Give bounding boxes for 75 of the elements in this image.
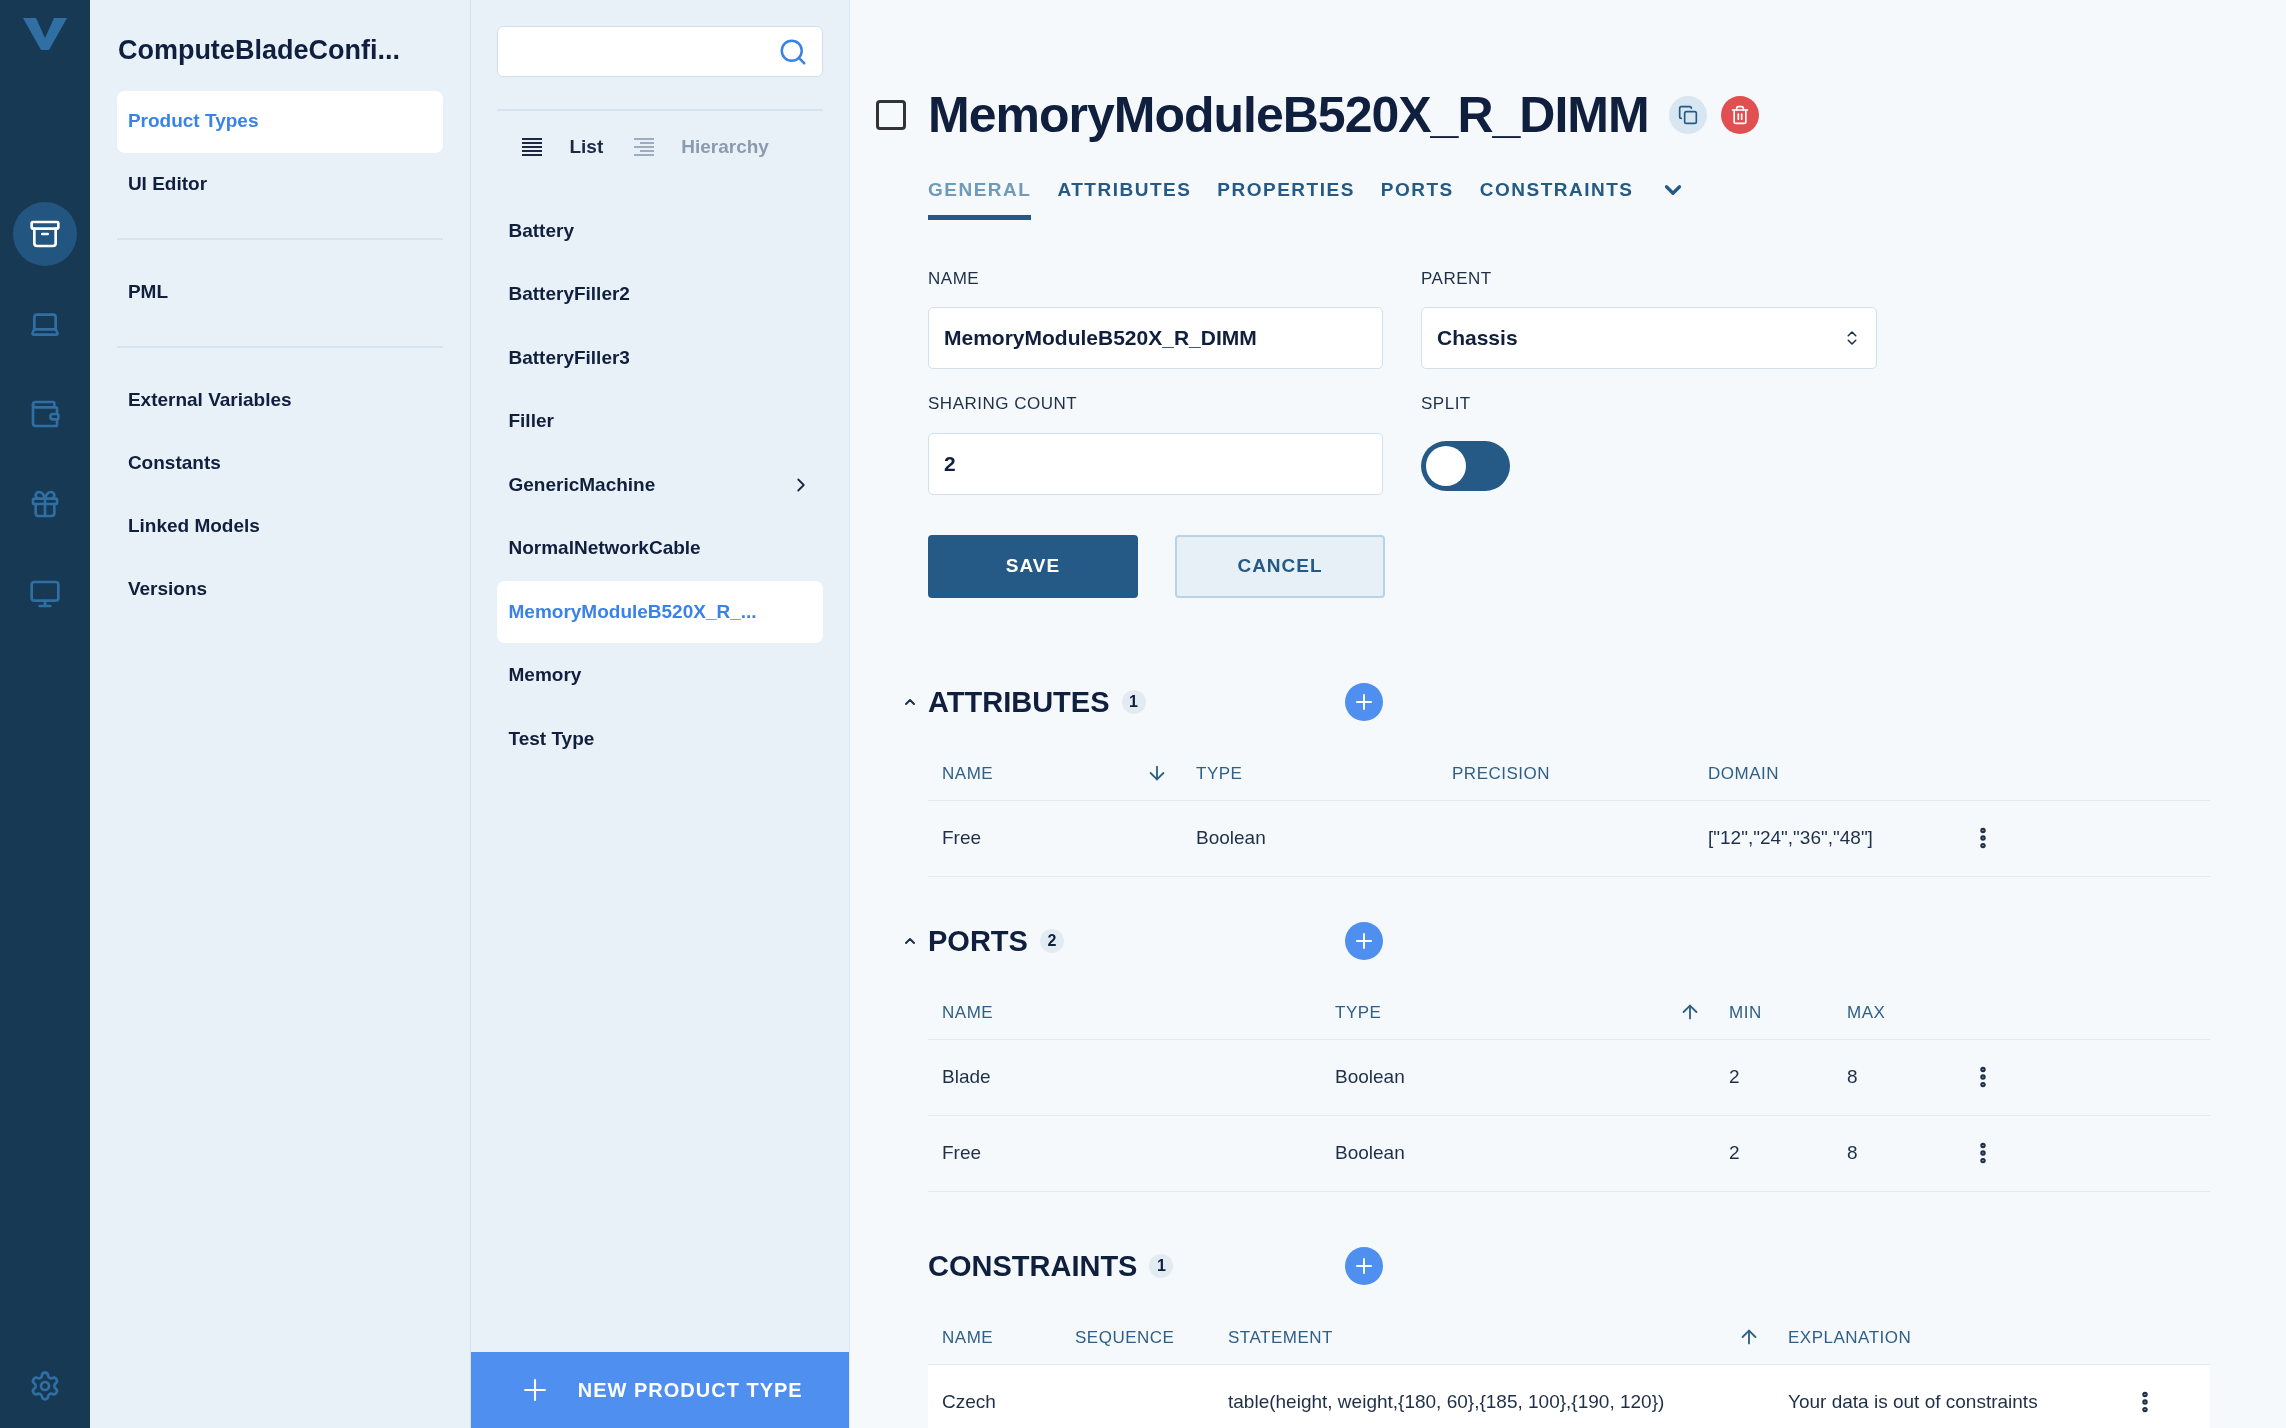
view-toggle[interactable]: List — [521, 133, 604, 162]
tab[interactable]: PROPERTIES — [1217, 166, 1355, 220]
section-title: ATTRIBUTES — [928, 687, 1110, 717]
add-button[interactable] — [1345, 1247, 1383, 1285]
checkbox[interactable] — [876, 100, 906, 130]
count-badge: 2 — [1039, 929, 1064, 953]
product-type-item[interactable]: BatteryFiller3 — [497, 326, 823, 389]
copy-icon[interactable] — [1668, 96, 1707, 134]
column-header[interactable]: NAME — [942, 760, 994, 786]
nav-item[interactable]: Product Types — [116, 90, 444, 153]
table-cell: Blade — [942, 1065, 991, 1087]
parent-select[interactable]: Chassis — [1421, 307, 1877, 369]
product-type-item[interactable]: MemoryModuleB520X_R_... — [497, 580, 823, 643]
column-header[interactable]: TYPE — [1196, 760, 1243, 786]
column-header[interactable]: MAX — [1847, 999, 1886, 1025]
table-cell: Free — [942, 826, 982, 848]
product-type-item[interactable]: Memory — [497, 644, 823, 707]
tab[interactable]: ATTRIBUTES — [1057, 166, 1192, 220]
column-header[interactable]: STATEMENT — [1228, 1324, 1333, 1350]
column-header[interactable]: SEQUENCE — [1075, 1324, 1175, 1350]
table-cell: Czech — [942, 1390, 996, 1412]
column-header[interactable]: EXPLANATION — [1788, 1324, 1912, 1350]
product-type-item[interactable]: BatteryFiller2 — [497, 263, 823, 326]
table-cell: table(height, weight,{180, 60},{185, 100},{190, 120}) — [1228, 1390, 1665, 1412]
table-cell: Boolean — [1335, 1141, 1405, 1163]
table-cell: Boolean — [1196, 826, 1266, 848]
list-view-icon — [521, 137, 544, 158]
field-label: NAME — [928, 267, 981, 290]
product-type-title: MemoryModuleB520X_R_DIMM — [928, 90, 1649, 140]
nav-item[interactable]: PML — [116, 261, 444, 324]
column-header[interactable]: PRECISION — [1452, 760, 1551, 786]
count-badge: 1 — [1149, 1254, 1174, 1278]
column-header[interactable]: MIN — [1729, 999, 1762, 1025]
name-input[interactable]: MemoryModuleB520X_R_DIMM — [928, 307, 1383, 369]
nav-item[interactable]: Linked Models — [116, 495, 444, 558]
split-toggle[interactable] — [1421, 440, 1510, 491]
section-title: PORTS — [928, 926, 1028, 956]
nav-item[interactable]: External Variables — [116, 369, 444, 432]
table-cell: Your data is out of constraints — [1788, 1390, 2038, 1412]
search-field[interactable] — [497, 26, 823, 77]
table-cell: 8 — [1847, 1141, 1858, 1163]
product-type-item[interactable]: NormalNetworkCable — [497, 517, 823, 580]
column-header[interactable]: NAME — [942, 999, 994, 1025]
table-cell: Boolean — [1335, 1065, 1405, 1087]
product-type-item[interactable]: Battery — [497, 199, 823, 262]
table-cell: 2 — [1729, 1065, 1740, 1087]
column-header[interactable]: TYPE — [1335, 999, 1382, 1025]
logo-icon — [20, 16, 69, 52]
project-title: ComputeBladeConfi... — [116, 34, 401, 67]
hierarchy-view-icon — [633, 137, 656, 158]
nav-item[interactable]: UI Editor — [116, 153, 444, 216]
add-button[interactable] — [1345, 922, 1383, 960]
table-cell: 2 — [1729, 1141, 1740, 1163]
count-badge: 1 — [1121, 690, 1146, 714]
section-title: CONSTRAINTS — [928, 1251, 1138, 1281]
table-cell: Free — [942, 1141, 982, 1163]
product-type-item[interactable]: GenericMachine — [497, 453, 823, 516]
column-header[interactable]: NAME — [942, 1324, 994, 1350]
trash-icon[interactable] — [1720, 96, 1759, 134]
table-cell: ["12","24","36","48"] — [1708, 826, 1873, 848]
add-button[interactable] — [1345, 683, 1383, 721]
field-label: PARENT — [1421, 267, 1493, 290]
product-type-item[interactable]: Filler — [497, 390, 823, 453]
column-header[interactable]: DOMAIN — [1708, 760, 1779, 786]
table-cell: 8 — [1847, 1065, 1858, 1087]
save-button[interactable]: SAVE — [928, 534, 1138, 598]
nav-item[interactable]: Constants — [116, 432, 444, 495]
sharing-count-input[interactable]: 2 — [928, 432, 1383, 495]
cancel-button[interactable]: CANCEL — [1175, 534, 1385, 598]
field-label: SPLIT — [1421, 393, 1472, 415]
nav-item[interactable]: Versions — [116, 558, 444, 621]
product-type-item[interactable]: Test Type — [497, 707, 823, 770]
field-label: SHARING COUNT — [928, 393, 1079, 415]
tab[interactable]: CONSTRAINTS — [1479, 166, 1634, 220]
tab[interactable]: PORTS — [1380, 166, 1454, 220]
